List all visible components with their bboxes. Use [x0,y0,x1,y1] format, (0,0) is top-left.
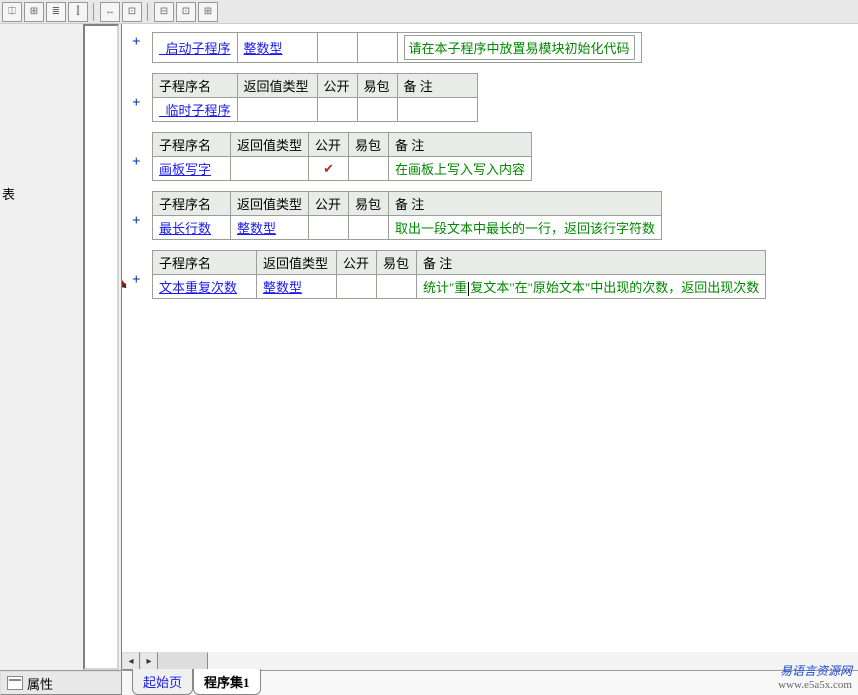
tabs-area: 起始页 程序集1 [122,671,858,695]
remark-text-a: 统计"重 [423,280,467,295]
return-type-cell[interactable] [237,98,317,122]
bottom-bar: 属性 起始页 程序集1 [0,670,858,695]
code-region[interactable]: + _启动子程序 整数型 请在本子程序中放置易模块初始化代码 + 子程序 [122,24,858,646]
toolbar-btn-4[interactable]: ⫿ [68,2,88,22]
header-public: 公开 [309,192,349,216]
header-name: 子程序名 [153,251,257,275]
expand-icon[interactable]: + [132,154,141,171]
main-toolbar: ⎅ ⊞ ≣ ⫿ ↔ ⊡ ⊟ ⊡ ⊞ [0,0,858,24]
watermark-url: www.e5a5x.com [778,679,852,692]
subroutine-table-5: 子程序名 返回值类型 公开 易包 备 注 文本重复次数 整数型 统计"重复文本"… [152,250,766,299]
subroutine-name-link[interactable]: _临时子程序 [159,103,231,118]
subroutine-table-3: 子程序名 返回值类型 公开 易包 备 注 画板写字 ✔ 在画板上写入写入内容 [152,132,532,181]
header-pkg: 易包 [349,133,389,157]
header-remark: 备 注 [417,251,766,275]
header-public: 公开 [309,133,349,157]
toolbar-btn-5[interactable]: ↔ [100,2,120,22]
scroll-left-icon[interactable]: ◂ [122,652,140,670]
header-remark: 备 注 [389,192,662,216]
header-name: 子程序名 [153,192,231,216]
toolbar-btn-9[interactable]: ⊞ [198,2,218,22]
subroutine-block-2: + 子程序名 返回值类型 公开 易包 备 注 _临时子程序 [152,73,858,122]
watermark-title: 易语言资源网 [778,664,852,678]
table-row: _临时子程序 [153,98,478,122]
toolbar-btn-2[interactable]: ⊞ [24,2,44,22]
pkg-cell[interactable] [357,98,397,122]
remark-text: 取出一段文本中最长的一行，返回该行字符数 [395,221,655,236]
header-rettype: 返回值类型 [257,251,337,275]
header-rettype: 返回值类型 [231,133,309,157]
header-remark: 备 注 [389,133,532,157]
properties-icon [7,676,23,690]
public-cell[interactable] [317,33,357,63]
header-name: 子程序名 [153,74,238,98]
toolbar-btn-1[interactable]: ⎅ [2,2,22,22]
remark-text: 在画板上写入写入内容 [395,162,525,177]
watermark: 易语言资源网 www.e5a5x.com [778,664,852,692]
side-label: 表 [2,184,15,203]
header-pkg: 易包 [357,74,397,98]
header-public: 公开 [317,74,357,98]
remark-cell[interactable] [397,98,477,122]
subroutine-name-link[interactable]: _启动子程序 [159,41,231,56]
header-pkg: 易包 [349,192,389,216]
pkg-cell[interactable] [357,33,397,63]
subroutine-name-link[interactable]: 最长行数 [159,221,211,236]
header-remark: 备 注 [397,74,477,98]
header-name: 子程序名 [153,133,231,157]
scroll-track[interactable] [158,652,858,670]
return-type-link[interactable]: 整数型 [237,221,276,236]
left-panel-tree[interactable] [83,24,119,670]
scroll-thumb[interactable] [158,652,208,670]
toolbar-btn-8[interactable]: ⊡ [176,2,196,22]
expand-icon[interactable]: + [132,213,141,230]
remark-text-b: 复文本"在"原始文本"中出现的次数，返回出现次数 [470,280,759,295]
header-pkg: 易包 [377,251,417,275]
public-cell[interactable] [309,216,349,240]
code-editor-area: + _启动子程序 整数型 请在本子程序中放置易模块初始化代码 + 子程序 [122,24,858,670]
tab-start-page[interactable]: 起始页 [132,669,193,695]
toolbar-separator [147,3,149,21]
return-type-link[interactable]: 整数型 [244,41,283,56]
pkg-cell[interactable] [377,275,417,299]
pkg-cell[interactable] [349,157,389,181]
subroutine-block-3: + 子程序名 返回值类型 公开 易包 备 注 画板写字 ✔ 在画板上写入 [152,132,858,181]
subroutine-block-5: + 子程序名 返回值类型 公开 易包 备 注 文本重复次数 整数型 [152,250,858,299]
left-panel: ▾ × 表 [0,24,122,670]
subroutine-table-4: 子程序名 返回值类型 公开 易包 备 注 最长行数 整数型 取出一段文本中最长的… [152,191,662,240]
toolbar-separator [93,3,95,21]
public-checkmark-icon[interactable]: ✔ [309,157,349,181]
scroll-right-icon[interactable]: ▸ [140,652,158,670]
properties-button[interactable]: 属性 [0,671,122,695]
subroutine-row-1: _启动子程序 整数型 请在本子程序中放置易模块初始化代码 [152,32,642,63]
return-type-link[interactable]: 整数型 [263,280,302,295]
tab-program-set-1[interactable]: 程序集1 [193,669,261,695]
header-rettype: 返回值类型 [231,192,309,216]
public-cell[interactable] [317,98,357,122]
public-cell[interactable] [337,275,377,299]
expand-icon[interactable]: + [132,34,141,51]
subroutine-block-1: + _启动子程序 整数型 请在本子程序中放置易模块初始化代码 [152,32,858,63]
return-type-cell[interactable] [231,157,309,181]
subroutine-name-link[interactable]: 文本重复次数 [159,280,237,295]
main-area: ▾ × 表 + _启动子程序 整数型 请在本子程序中放置易模块初始化代码 [0,24,858,670]
table-row: 画板写字 ✔ 在画板上写入写入内容 [153,157,532,181]
toolbar-btn-6[interactable]: ⊡ [122,2,142,22]
remark-cell-editing[interactable]: 统计"重复文本"在"原始文本"中出现的次数，返回出现次数 [417,275,766,299]
subroutine-table-2: 子程序名 返回值类型 公开 易包 备 注 _临时子程序 [152,73,478,122]
expand-icon[interactable]: + [132,272,141,289]
table-row: 最长行数 整数型 取出一段文本中最长的一行，返回该行字符数 [153,216,662,240]
pkg-cell[interactable] [349,216,389,240]
header-public: 公开 [337,251,377,275]
remark-text: 请在本子程序中放置易模块初始化代码 [404,35,635,60]
horizontal-scrollbar: ◂ ▸ [122,652,858,670]
toolbar-btn-7[interactable]: ⊟ [154,2,174,22]
subroutine-block-4: + 子程序名 返回值类型 公开 易包 备 注 最长行数 整数型 取出一段 [152,191,858,240]
table-row: 文本重复次数 整数型 统计"重复文本"在"原始文本"中出现的次数，返回出现次数 [153,275,766,299]
expand-icon[interactable]: + [132,95,141,112]
header-rettype: 返回值类型 [237,74,317,98]
properties-label: 属性 [27,674,53,693]
toolbar-btn-3[interactable]: ≣ [46,2,66,22]
subroutine-name-link[interactable]: 画板写字 [159,162,211,177]
